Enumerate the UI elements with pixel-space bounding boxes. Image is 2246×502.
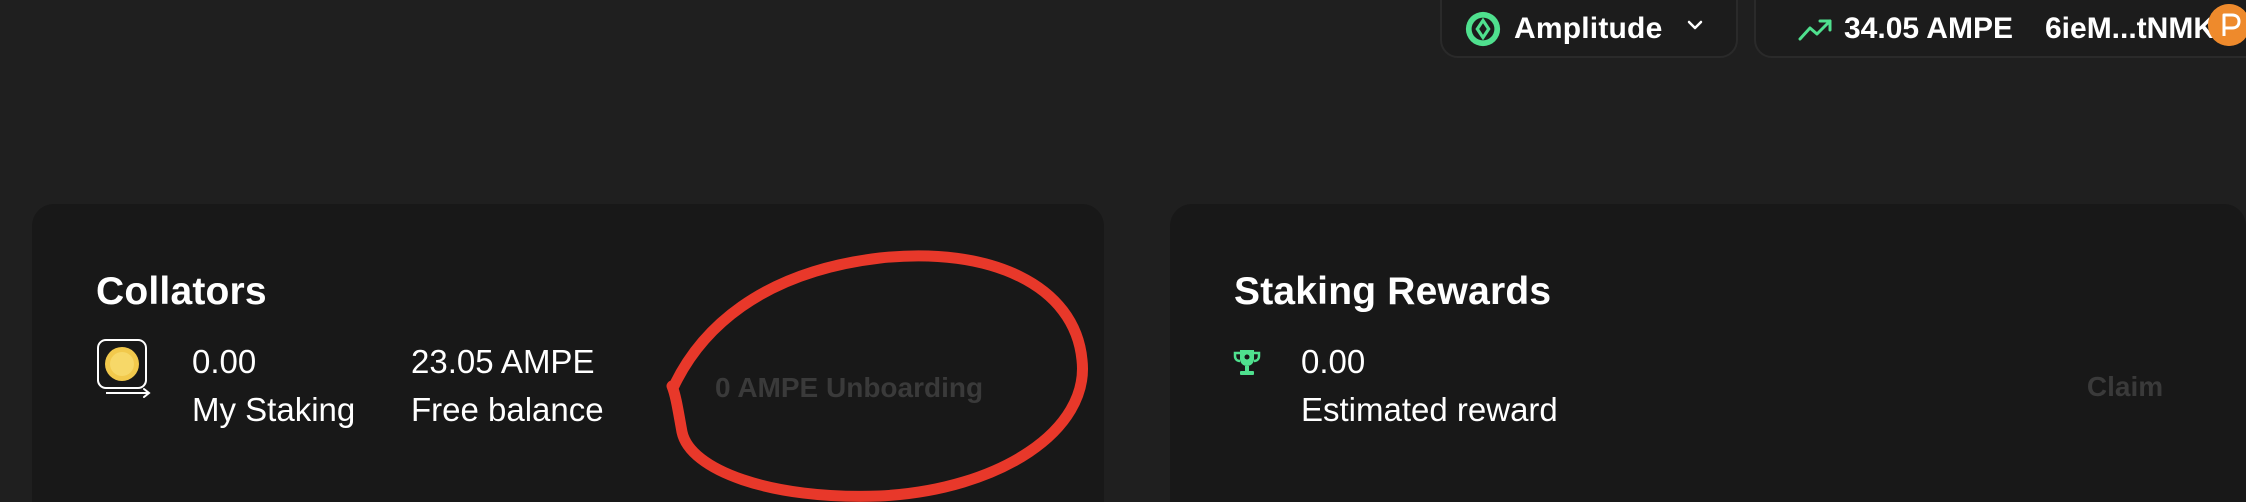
estimated-reward-value: 0.00 [1301, 343, 1366, 380]
collators-title: Collators [96, 270, 267, 313]
free-balance-label: Free balance [411, 391, 604, 428]
account-button[interactable]: 34.05 AMPE 6ieM...tNMK [1754, 0, 2246, 58]
network-selector[interactable]: Amplitude [1440, 0, 1738, 58]
unboarding-text: 0 AMPE Unboarding [715, 372, 984, 403]
polkadot-icon [2208, 4, 2246, 46]
my-staking-label: My Staking [192, 391, 356, 428]
my-staking-value: 0.00 [192, 343, 257, 380]
trending-up-icon [1798, 19, 1832, 41]
staking-rewards-title: Staking Rewards [1234, 270, 1552, 313]
staking-coin-icon [97, 339, 151, 398]
network-name: Amplitude [1514, 12, 1663, 45]
amplitude-logo-icon [1465, 11, 1501, 47]
collators-card: Collators 0.00 My Staking 23.05 AMPE Fre… [32, 204, 1104, 502]
trophy-icon [1233, 350, 1261, 375]
estimated-reward-label: Estimated reward [1301, 391, 1558, 428]
claim-button[interactable]: Claim [2060, 354, 2190, 420]
staking-page: Amplitude 34.05 AMPE 6ieM...tNMK Collato… [0, 0, 2246, 502]
staking-rewards-card: Staking Rewards 0.00 Estimated reward Cl… [1170, 204, 2246, 502]
account-address: 6ieM...tNMK [2044, 12, 2215, 45]
chevron-down-icon [1687, 20, 1703, 30]
account-balance: 34.05 AMPE [1844, 12, 2013, 45]
free-balance-value: 23.05 AMPE [411, 343, 595, 380]
